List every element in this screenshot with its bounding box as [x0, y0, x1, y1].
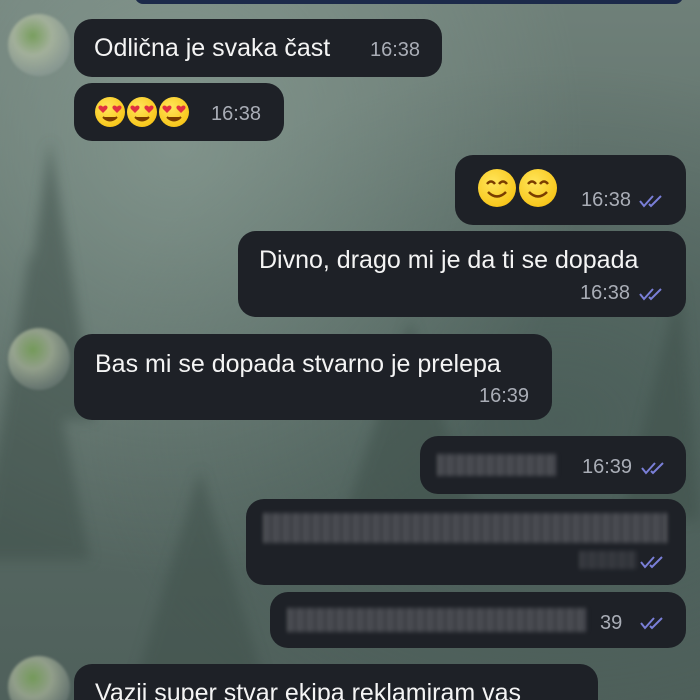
message-time: 16:39: [582, 456, 633, 478]
double-check-icon: [640, 556, 663, 569]
image-preview-edge[interactable]: [135, 0, 683, 4]
redacted-text: [288, 608, 588, 632]
contact-avatar[interactable]: [8, 656, 70, 700]
redacted-text: [438, 454, 558, 476]
heart-eyes-emoji-icon: [159, 97, 189, 127]
message-text: Bas mi se dopada stvarno je prelepa: [95, 350, 501, 378]
smiling-face-emoji-icon: [519, 169, 557, 207]
double-check-icon: [639, 195, 662, 208]
message-bubble-outgoing[interactable]: 16:39: [420, 436, 686, 494]
smiling-face-emoji-icon: [478, 169, 516, 207]
contact-avatar[interactable]: [8, 328, 70, 390]
message-bubble-incoming[interactable]: Odlična je svaka čast 16:38: [74, 19, 442, 77]
message-bubble-incoming[interactable]: Bas mi se dopada stvarno je prelepa 16:3…: [74, 334, 552, 420]
message-time: 39: [600, 612, 623, 634]
heart-eyes-emoji-icon: [95, 97, 125, 127]
message-text: Odlična je svaka čast: [94, 34, 331, 62]
double-check-icon: [640, 617, 663, 630]
message-bubble-outgoing[interactable]: 39: [270, 592, 686, 648]
message-time: 16:38: [581, 189, 632, 211]
message-bubble-outgoing[interactable]: 16:38: [455, 155, 686, 225]
message-bubble-incoming[interactable]: Vazii super stvar ekipa reklamiram vas: [74, 664, 598, 700]
redacted-text: [264, 513, 668, 543]
redacted-time: [580, 551, 636, 569]
message-bubble-outgoing[interactable]: [246, 499, 686, 585]
double-check-icon: [639, 288, 662, 301]
message-bubble-incoming[interactable]: 16:38: [74, 83, 284, 141]
message-time: 16:38: [370, 39, 421, 61]
contact-avatar[interactable]: [8, 14, 70, 76]
message-time: 16:38: [580, 282, 631, 304]
double-check-icon: [641, 462, 664, 475]
message-bubble-outgoing[interactable]: Divno, drago mi je da ti se dopada 16:38: [238, 231, 686, 317]
message-time: 16:39: [479, 385, 530, 407]
message-time: 16:38: [211, 103, 262, 125]
message-text: Vazii super stvar ekipa reklamiram vas: [95, 679, 522, 700]
heart-eyes-emoji-icon: [127, 97, 157, 127]
message-text: Divno, drago mi je da ti se dopada: [259, 246, 639, 274]
